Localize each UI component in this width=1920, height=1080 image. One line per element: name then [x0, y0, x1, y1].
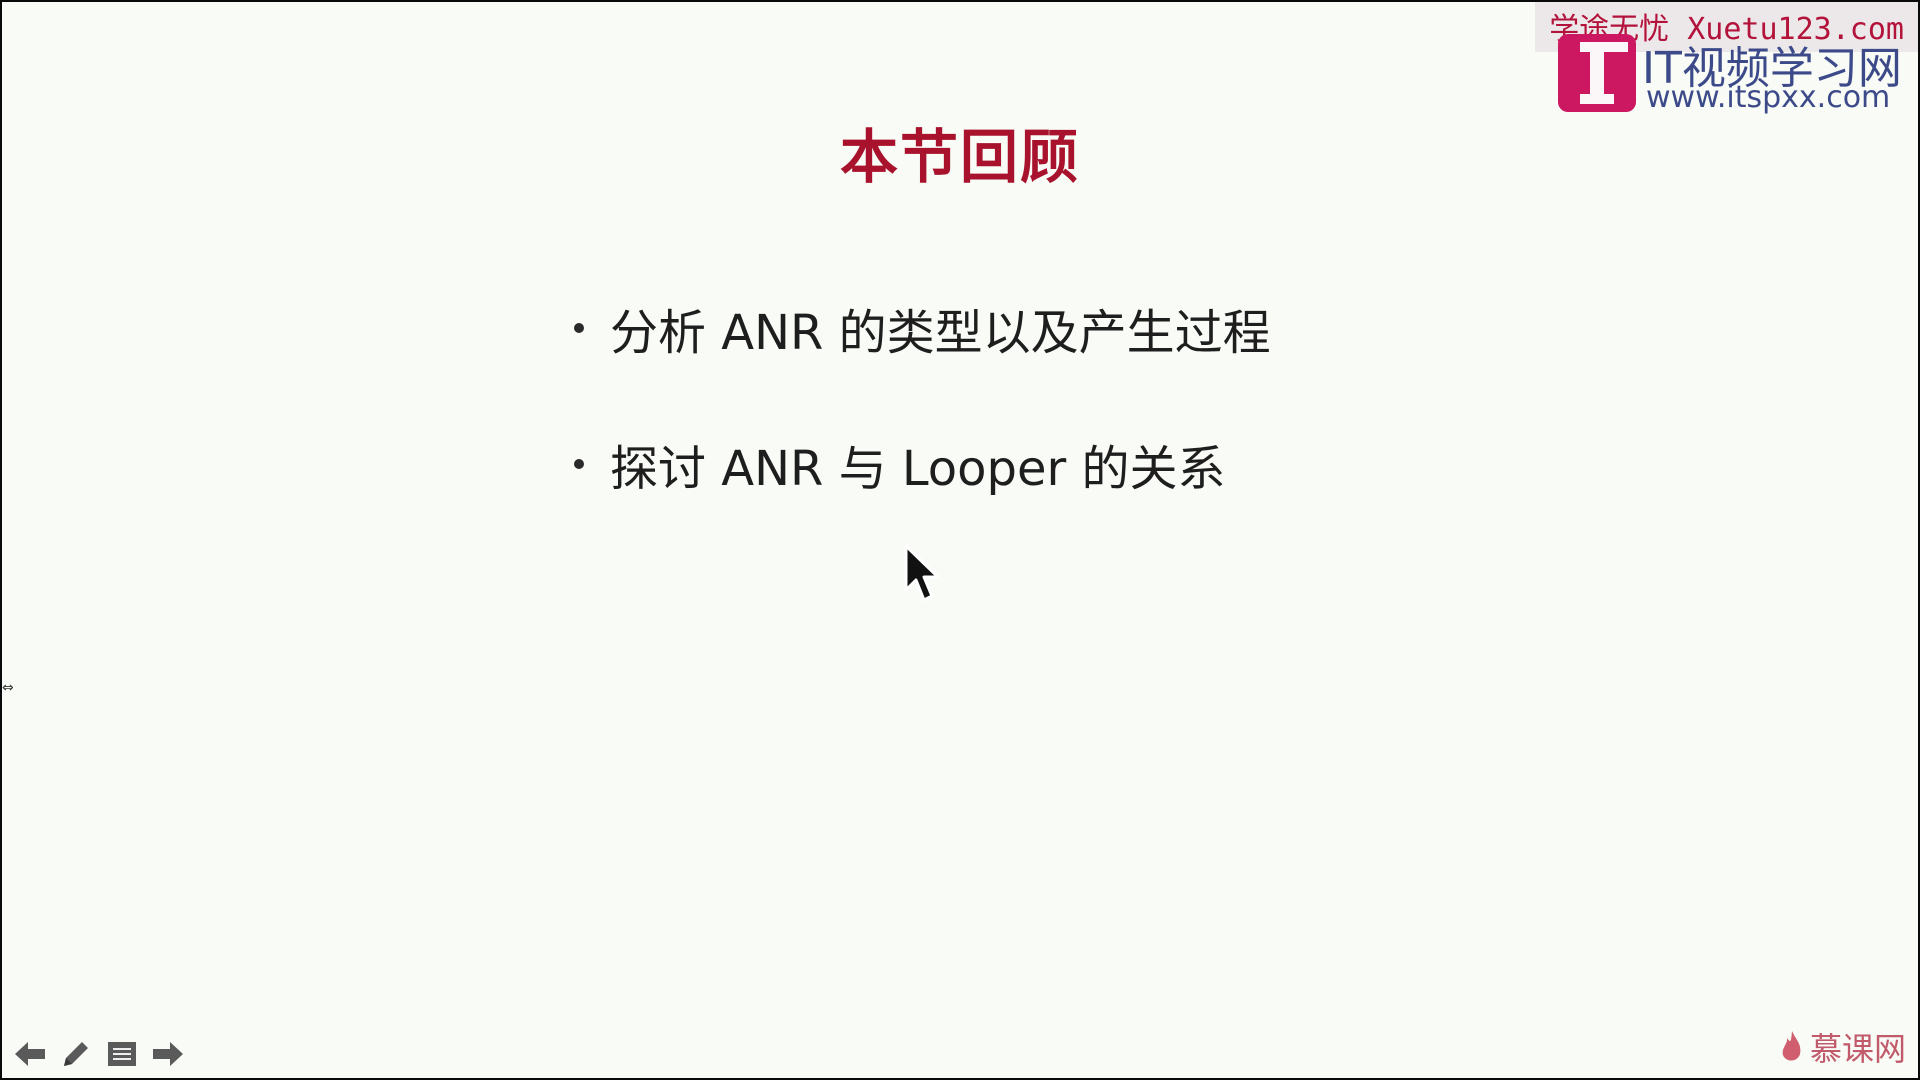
bullet-dot-icon: [574, 459, 584, 469]
arrow-left-icon[interactable]: [12, 1036, 48, 1072]
bullet-text: 分析 ANR 的类型以及产生过程: [610, 305, 1271, 361]
watermark-site-url: www.itspxx.com: [1646, 80, 1891, 115]
slideshow-toolbar: [12, 1036, 186, 1072]
arrow-right-icon[interactable]: [150, 1036, 186, 1072]
flame-icon: [1782, 1031, 1801, 1061]
brand-text: 慕课网: [1809, 1030, 1906, 1068]
brand-watermark: 慕课网: [1780, 1024, 1906, 1070]
pen-icon[interactable]: [58, 1036, 94, 1072]
bullet-text: 探讨 ANR 与 Looper 的关系: [610, 441, 1226, 497]
bullet-item: 探讨 ANR 与 Looper 的关系: [574, 428, 1271, 500]
site-logo-icon: [1558, 34, 1636, 112]
edge-resize-icon: ⇔: [2, 680, 14, 696]
mouse-cursor-icon: [904, 544, 940, 602]
bullet-item: 分析 ANR 的类型以及产生过程: [574, 292, 1271, 364]
menu-icon[interactable]: [104, 1036, 140, 1072]
presentation-slide: 本节回顾 分析 ANR 的类型以及产生过程 探讨 ANR 与 Looper 的关…: [2, 2, 1918, 1078]
bullet-list: 分析 ANR 的类型以及产生过程 探讨 ANR 与 Looper 的关系: [574, 292, 1271, 564]
slide-title: 本节回顾: [839, 123, 1080, 191]
bullet-dot-icon: [574, 323, 584, 333]
